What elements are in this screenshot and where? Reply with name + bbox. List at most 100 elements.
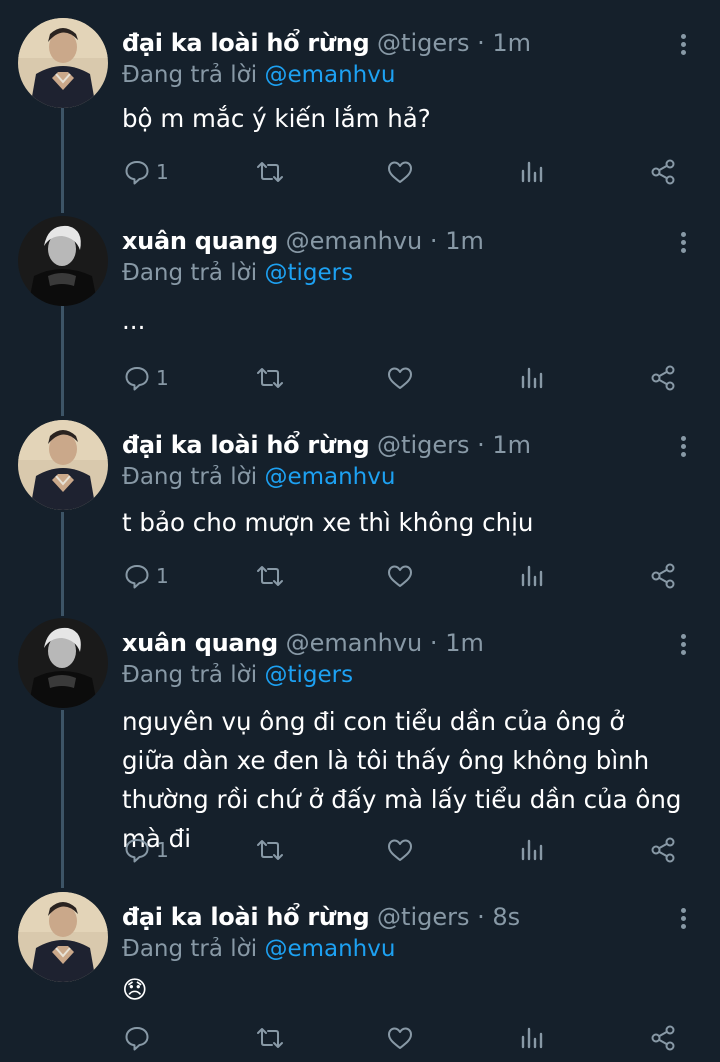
share-button[interactable] (650, 832, 678, 868)
like-icon (388, 839, 412, 861)
avatar-image (18, 618, 108, 708)
more-vertical-icon[interactable] (676, 908, 690, 938)
retweet-button[interactable] (256, 1020, 284, 1056)
analytics-icon (521, 839, 543, 861)
like-button[interactable] (386, 360, 414, 396)
display-name[interactable]: xuân quang (122, 227, 278, 255)
username[interactable]: @emanhvu (286, 629, 423, 657)
tweet-header: xuân quang @emanhvu · 1m (122, 628, 484, 658)
header-separator: · (477, 903, 485, 931)
display-name[interactable]: đại ka loài hổ rừng (122, 431, 370, 459)
reply-count: 1 (156, 838, 169, 862)
retweet-icon (257, 566, 283, 586)
display-name[interactable]: xuân quang (122, 629, 278, 657)
retweet-button[interactable] (256, 832, 284, 868)
replying-to-handle[interactable]: @emanhvu (264, 62, 395, 88)
timestamp[interactable]: 1m (492, 431, 531, 459)
replying-to-label: Đang trả lời (122, 62, 258, 88)
like-button[interactable] (386, 558, 414, 594)
avatar[interactable] (18, 618, 108, 708)
avatar[interactable] (18, 892, 108, 982)
more-vertical-icon[interactable] (676, 34, 690, 64)
like-button[interactable] (386, 832, 414, 868)
analytics-button[interactable] (519, 154, 545, 190)
replying-to-handle[interactable]: @emanhvu (264, 936, 395, 962)
username[interactable]: @tigers (377, 29, 469, 57)
more-vertical-icon[interactable] (676, 634, 690, 664)
tweet-actions: 1 (0, 154, 720, 190)
avatar-image (18, 216, 108, 306)
avatar[interactable] (18, 18, 108, 108)
analytics-button[interactable] (519, 832, 545, 868)
like-icon (388, 565, 412, 587)
timestamp[interactable]: 1m (445, 227, 484, 255)
like-button[interactable] (386, 154, 414, 190)
tweet[interactable]: đại ka loài hổ rừng @tigers · 1m Đang tr… (0, 420, 720, 612)
reply-button[interactable] (124, 1020, 156, 1056)
retweet-button[interactable] (256, 154, 284, 190)
replying-to: Đang trả lời @emanhvu (122, 60, 395, 90)
replying-to-label: Đang trả lời (122, 464, 258, 490)
avatar[interactable] (18, 216, 108, 306)
share-button[interactable] (650, 154, 678, 190)
avatar-image (18, 892, 108, 982)
reply-button[interactable]: 1 (124, 832, 169, 868)
share-button[interactable] (650, 360, 678, 396)
replying-to-handle[interactable]: @emanhvu (264, 464, 395, 490)
reply-icon (125, 1027, 149, 1051)
replying-to-label: Đang trả lời (122, 260, 258, 286)
avatar-image (18, 420, 108, 510)
analytics-icon (521, 367, 543, 389)
analytics-button[interactable] (519, 558, 545, 594)
tweet-actions: 1 (0, 832, 720, 868)
avatar[interactable] (18, 420, 108, 510)
timestamp[interactable]: 8s (492, 903, 520, 931)
avatar-image (18, 18, 108, 108)
like-icon (388, 367, 412, 389)
like-button[interactable] (386, 1020, 414, 1056)
more-vertical-icon[interactable] (676, 436, 690, 466)
tweet[interactable]: đại ka loài hổ rừng @tigers · 1m Đang tr… (0, 18, 720, 208)
replying-to-handle[interactable]: @tigers (264, 662, 353, 688)
tweet-header: xuân quang @emanhvu · 1m (122, 226, 484, 256)
retweet-button[interactable] (256, 360, 284, 396)
tweet-header: đại ka loài hổ rừng @tigers · 1m (122, 430, 531, 460)
reply-button[interactable]: 1 (124, 360, 169, 396)
tweet-actions: 1 (0, 558, 720, 594)
display-name[interactable]: đại ka loài hổ rừng (122, 903, 370, 931)
replying-to-handle[interactable]: @tigers (264, 260, 353, 286)
header-separator: · (477, 431, 485, 459)
analytics-button[interactable] (519, 360, 545, 396)
timestamp[interactable]: 1m (445, 629, 484, 657)
reply-button[interactable]: 1 (124, 154, 169, 190)
tweet[interactable]: xuân quang @emanhvu · 1m Đang trả lời @t… (0, 618, 720, 884)
tweet-text: 😞 (122, 975, 148, 1004)
reply-icon (125, 161, 149, 185)
share-button[interactable] (650, 1020, 678, 1056)
username[interactable]: @emanhvu (286, 227, 423, 255)
retweet-icon (257, 162, 283, 182)
reply-icon (125, 839, 149, 863)
reply-count: 1 (156, 366, 169, 390)
analytics-icon (521, 161, 543, 183)
tweet[interactable]: đại ka loài hổ rừng @tigers · 8s Đang tr… (0, 892, 720, 1062)
reply-button[interactable]: 1 (124, 558, 169, 594)
replying-to-label: Đang trả lời (122, 662, 258, 688)
like-icon (388, 161, 412, 183)
tweet-header: đại ka loài hổ rừng @tigers · 1m (122, 28, 531, 58)
reply-thread: đại ka loài hổ rừng @tigers · 1m Đang tr… (0, 0, 720, 1062)
display-name[interactable]: đại ka loài hổ rừng (122, 29, 370, 57)
username[interactable]: @tigers (377, 431, 469, 459)
header-separator: · (429, 227, 438, 255)
share-icon (651, 563, 675, 589)
username[interactable]: @tigers (377, 903, 469, 931)
analytics-button[interactable] (519, 1020, 545, 1056)
tweet[interactable]: xuân quang @emanhvu · 1m Đang trả lời @t… (0, 216, 720, 414)
tweet-text: t bảo cho mượn xe thì không chịu (122, 508, 534, 537)
more-vertical-icon[interactable] (676, 232, 690, 262)
retweet-button[interactable] (256, 558, 284, 594)
share-icon (651, 365, 675, 391)
analytics-icon (521, 1027, 543, 1049)
timestamp[interactable]: 1m (492, 29, 531, 57)
share-button[interactable] (650, 558, 678, 594)
